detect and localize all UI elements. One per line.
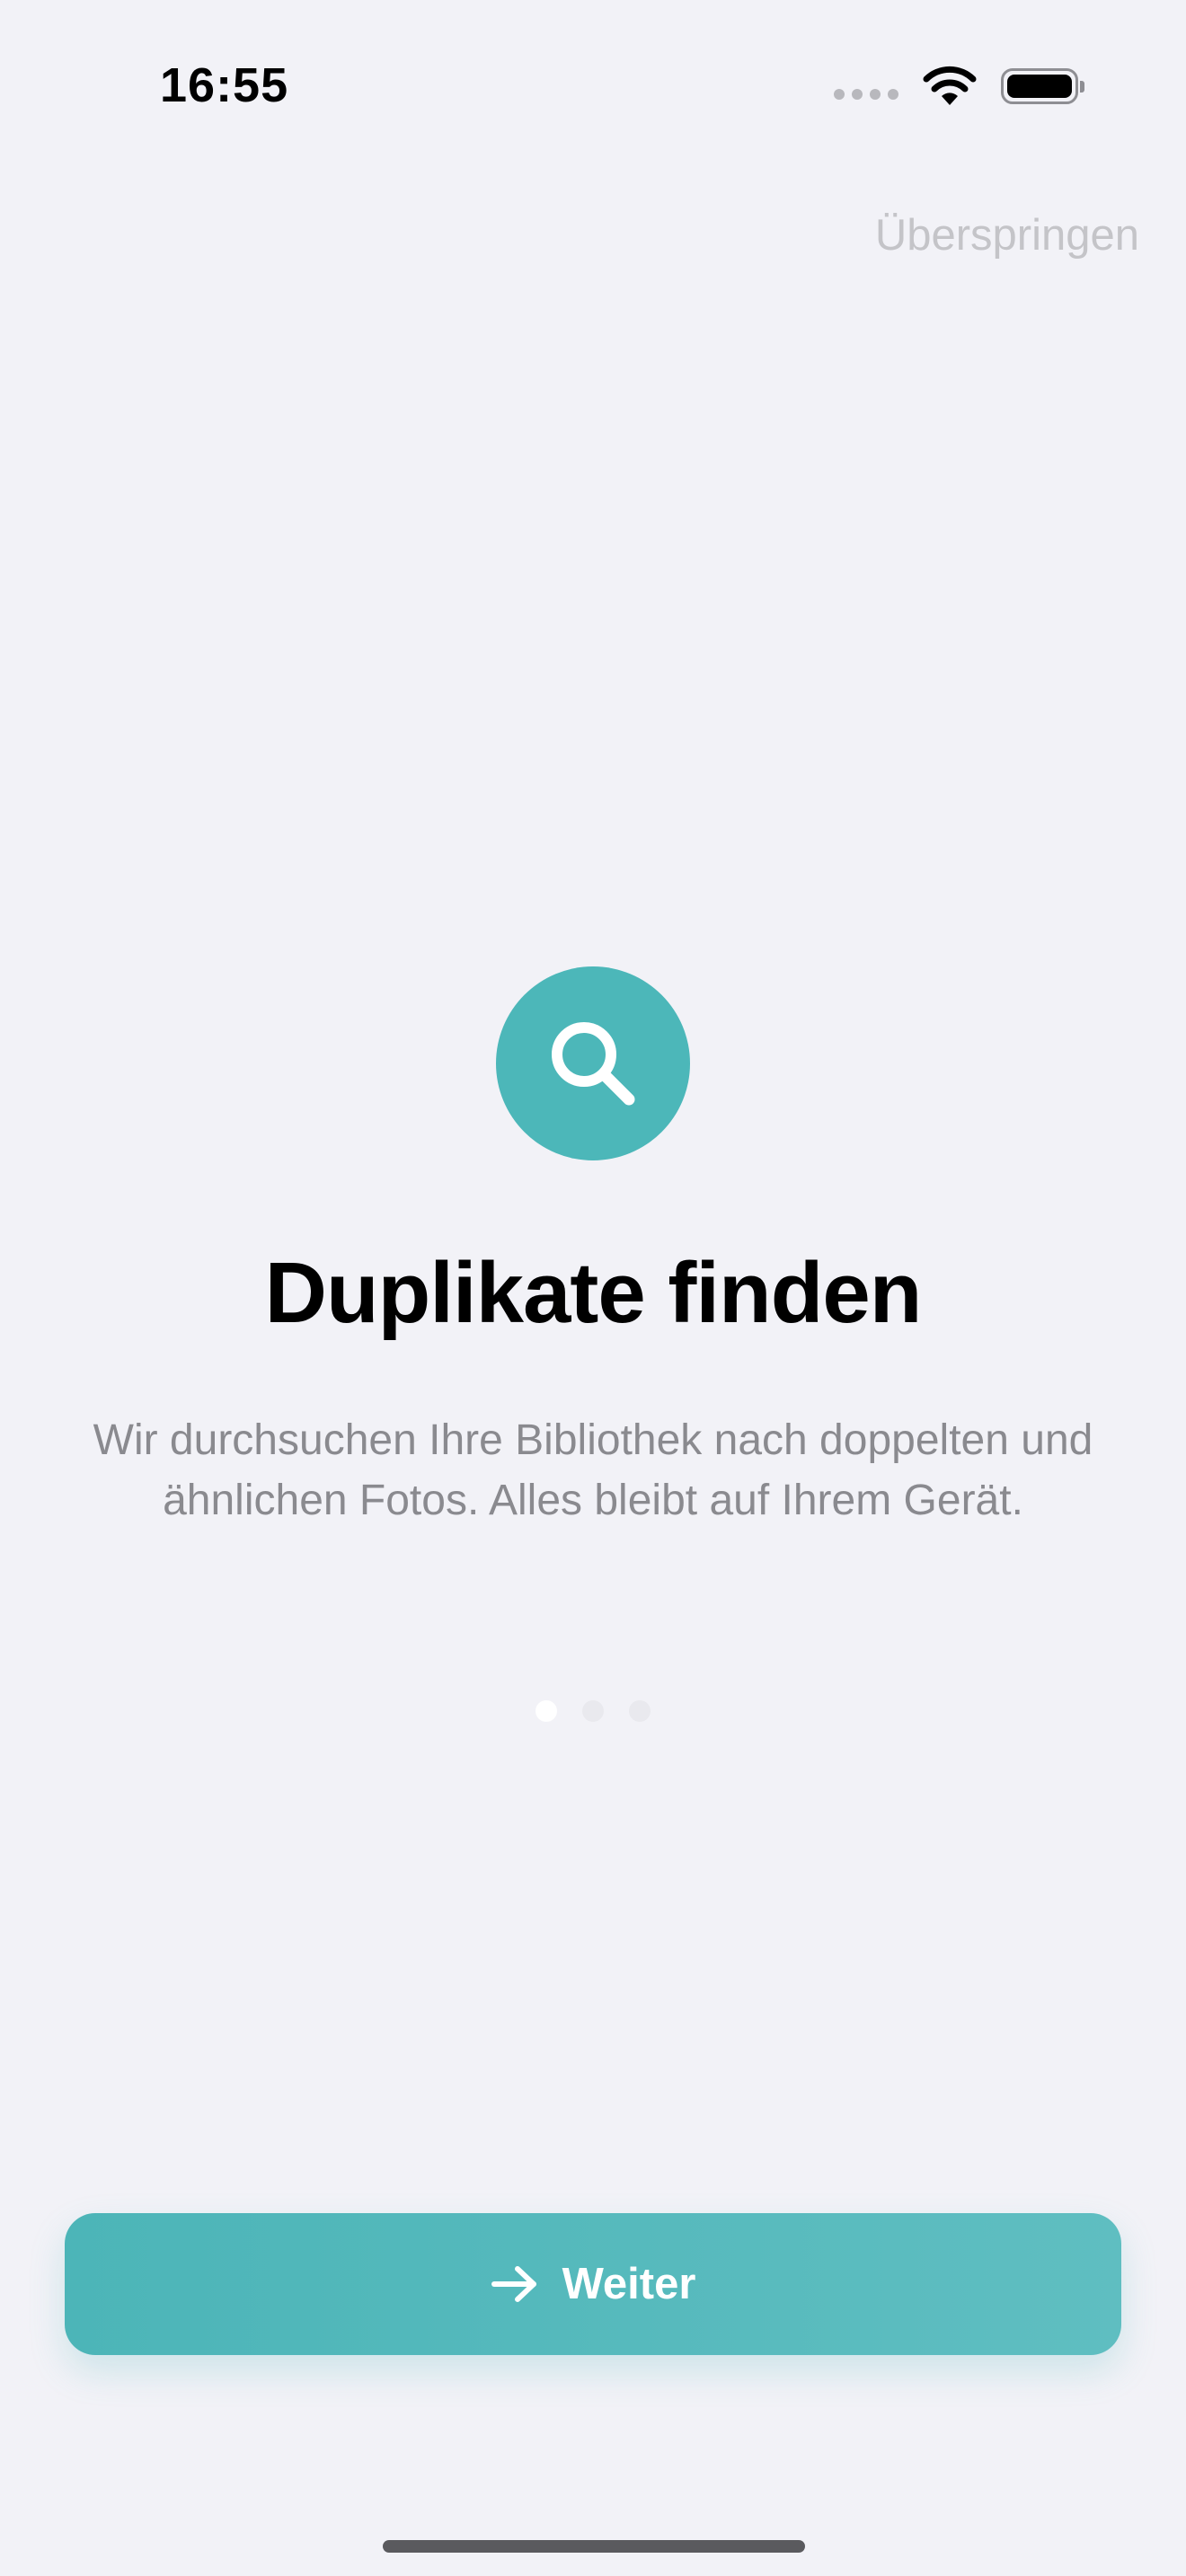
- page-dot-3[interactable]: [629, 1700, 651, 1722]
- page-title: Duplikate finden: [264, 1245, 923, 1341]
- page-dot-2[interactable]: [582, 1700, 604, 1722]
- continue-button[interactable]: Weiter: [65, 2213, 1121, 2355]
- continue-button-label: Weiter: [562, 2260, 696, 2308]
- home-indicator[interactable]: [383, 2540, 805, 2553]
- wifi-icon: [923, 66, 977, 105]
- page-dot-1[interactable]: [535, 1700, 557, 1722]
- status-time: 16:55: [160, 58, 289, 112]
- onboarding-screen: 16:55 Überspringen Duplikate finden Wir …: [0, 0, 1186, 2576]
- page-description: Wir durchsuchen Ihre Bibliothek nach dop…: [93, 1416, 1093, 1524]
- skip-button[interactable]: Überspringen: [875, 210, 1139, 260]
- battery-icon: [1001, 68, 1084, 104]
- magnifier-icon: [496, 966, 690, 1160]
- status-icons: [834, 65, 1084, 108]
- page-indicator[interactable]: [0, 1700, 1186, 1722]
- cellular-signal-icon: [834, 89, 898, 100]
- arrow-right-icon: [491, 2266, 536, 2302]
